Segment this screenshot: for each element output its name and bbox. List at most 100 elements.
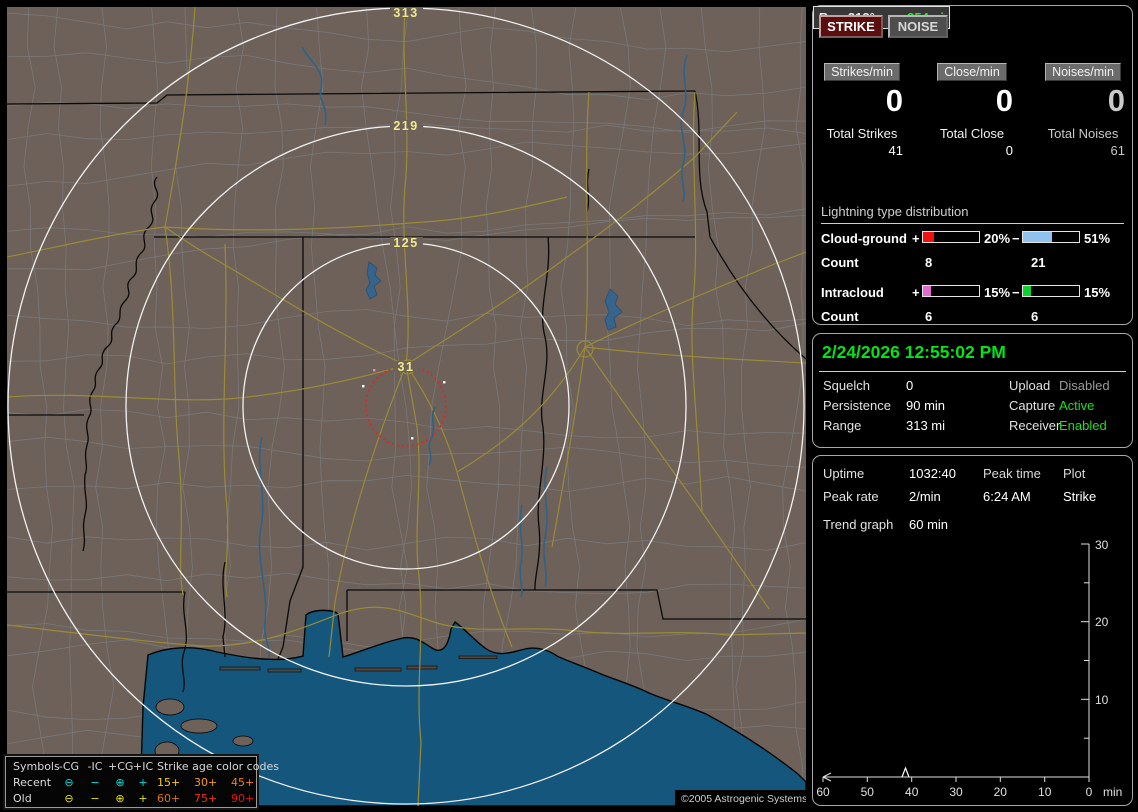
strikes-counter: Strikes/min 0 Total Strikes 41 xyxy=(821,63,903,173)
ic-minus-bar-fill xyxy=(1023,286,1032,296)
total-noises-value: 61 xyxy=(1110,143,1125,158)
plus-cg-recent-icon: ⊕ xyxy=(115,776,125,789)
legend-old-row: Old ⊖ − ⊕ + 60+ 75+ 90+ xyxy=(11,791,256,807)
trend-tick-labels: 30 20 10 60 50 40 30 20 10 0 min xyxy=(816,538,1122,799)
plus-sign: + xyxy=(912,231,920,246)
minus-sign: − xyxy=(1012,231,1020,246)
cg-plus-bar-fill xyxy=(923,232,935,242)
age-75-label: 75+ xyxy=(194,792,218,805)
peak-rate-value: 2/min xyxy=(909,489,941,504)
minus-ic-old-icon: − xyxy=(90,792,100,805)
copyright-bar: ©2005 Astrogenic Systems xyxy=(675,790,806,806)
y-tick-30: 30 xyxy=(1095,538,1109,552)
age-30-label: 30+ xyxy=(194,776,218,789)
legend-col-pcg: +CG xyxy=(108,760,134,773)
datetime-display: 2/24/2026 12:55:02 PM xyxy=(822,342,1006,362)
receiver-value: Enabled xyxy=(1059,418,1107,433)
strike-dot xyxy=(373,369,376,372)
legend-recent-row: Recent ⊖ − ⊕ + 15+ 30+ 45+ xyxy=(11,775,256,791)
squelch-value: 0 xyxy=(906,378,914,393)
ic-minus-count: 6 xyxy=(1031,309,1039,324)
map-area[interactable]: 313 219 125 31 ©2005 Astrogenic Systems xyxy=(7,7,806,806)
peak-time-header: Peak time xyxy=(983,466,1041,481)
strikes-rate-value: 0 xyxy=(885,83,903,118)
close-per-min-chip: Close/min xyxy=(937,63,1007,81)
total-strikes-value: 41 xyxy=(888,143,903,158)
trend-panel: Uptime 1032:40 Peak time Plot Peak rate … xyxy=(812,455,1133,806)
noise-button[interactable]: NOISE xyxy=(888,15,948,38)
x-axis-unit: min xyxy=(1103,785,1122,799)
noises-counter: Noises/min 0 Total Noises 61 xyxy=(1041,63,1125,173)
x-tick-0: 0 xyxy=(1086,785,1093,799)
distribution-title: Lightning type distribution xyxy=(821,204,1124,224)
status-row: Range 313 mi Receiver Enabled xyxy=(813,418,1132,438)
ic-plus-pct: 15% xyxy=(984,285,1011,300)
upload-value: Disabled xyxy=(1059,378,1110,393)
range-value: 313 mi xyxy=(906,418,946,433)
ic-plus-bar xyxy=(922,285,980,297)
cloud-ground-label: Cloud-ground xyxy=(821,231,907,246)
plus-ic-recent-icon: + xyxy=(138,776,148,789)
cg-plus-bar xyxy=(922,231,980,243)
x-tick-60: 60 xyxy=(816,785,830,799)
ic-plus-bar-fill xyxy=(923,286,932,296)
receiver-label: Receiver xyxy=(1009,418,1061,433)
strike-button[interactable]: STRIKE xyxy=(819,15,883,38)
x-tick-50: 50 xyxy=(861,785,875,799)
range-ring-label: 31 xyxy=(398,360,415,374)
cg-minus-bar xyxy=(1022,231,1080,243)
strike-dot xyxy=(443,381,446,384)
ic-minus-pct: 15% xyxy=(1084,285,1111,300)
legend-header-row: Symbols -CG -IC +CG +IC Strike age color… xyxy=(11,759,279,775)
ic-minus-bar xyxy=(1022,285,1080,297)
legend-col-ncg: -CG xyxy=(58,760,80,773)
x-tick-40: 40 xyxy=(905,785,919,799)
persistence-value: 90 min xyxy=(906,398,946,413)
peak-rate-label: Peak rate xyxy=(823,489,879,504)
trend-info-row: Uptime 1032:40 Peak time Plot xyxy=(813,466,1132,486)
cloud-ground-count-row: Count 8 21 xyxy=(821,255,1128,271)
legend-col-nic: -IC xyxy=(87,760,103,773)
map-svg: 313 219 125 31 ©2005 Astrogenic Systems xyxy=(7,7,806,806)
plus-cg-old-icon: ⊕ xyxy=(115,792,125,805)
legend-recent-label: Recent xyxy=(13,776,52,789)
minus-ic-recent-icon: − xyxy=(90,776,100,789)
status-panel: 2/24/2026 12:55:02 PM Squelch 0 Upload D… xyxy=(812,333,1133,448)
status-row: Persistence 90 min Capture Active xyxy=(813,398,1132,418)
divider xyxy=(819,371,1126,372)
status-row: Squelch 0 Upload Disabled xyxy=(813,378,1132,398)
total-strikes-label: Total Strikes xyxy=(826,126,898,141)
close-rate-value: 0 xyxy=(995,83,1013,118)
ic-plus-count: 6 xyxy=(925,309,933,324)
trend-spike xyxy=(901,766,910,778)
age-60-label: 60+ xyxy=(157,792,181,805)
cg-minus-bar-fill xyxy=(1023,232,1052,242)
count-label: Count xyxy=(821,309,859,324)
cg-minus-count: 21 xyxy=(1031,255,1046,270)
trend-axes xyxy=(822,543,1090,782)
stats-panel: STRIKE NOISE Bng 212° 354mi Strikes/min … xyxy=(812,5,1133,325)
upload-label: Upload xyxy=(1009,378,1051,393)
noises-per-min-chip: Noises/min xyxy=(1045,63,1121,81)
cg-minus-pct: 51% xyxy=(1084,231,1111,246)
persistence-label: Persistence xyxy=(823,398,891,413)
count-label: Count xyxy=(821,255,859,270)
range-label: Range xyxy=(823,418,862,433)
range-ring-label: 313 xyxy=(393,7,418,20)
x-tick-20: 20 xyxy=(994,785,1008,799)
strikes-per-min-chip: Strikes/min xyxy=(824,63,900,81)
peak-time-value: 6:24 AM xyxy=(983,489,1031,504)
capture-value: Active xyxy=(1059,398,1095,413)
trend-graph-label: Trend graph xyxy=(823,517,894,532)
plus-sign: + xyxy=(912,285,920,300)
nexstorm-window: 313 219 125 31 ©2005 Astrogenic Systems … xyxy=(0,0,1138,812)
intracloud-row: Intracloud + 15% − 15% xyxy=(821,285,1128,301)
intracloud-label: Intracloud xyxy=(821,285,884,300)
uptime-value: 1032:40 xyxy=(909,466,956,481)
y-tick-20: 20 xyxy=(1095,615,1109,629)
close-counter: Close/min 0 Total Close 0 xyxy=(931,63,1013,173)
legend-old-label: Old xyxy=(13,792,32,805)
cg-plus-count: 8 xyxy=(925,255,933,270)
minus-cg-recent-icon: ⊖ xyxy=(64,776,74,789)
age-90-label: 90+ xyxy=(231,792,255,805)
